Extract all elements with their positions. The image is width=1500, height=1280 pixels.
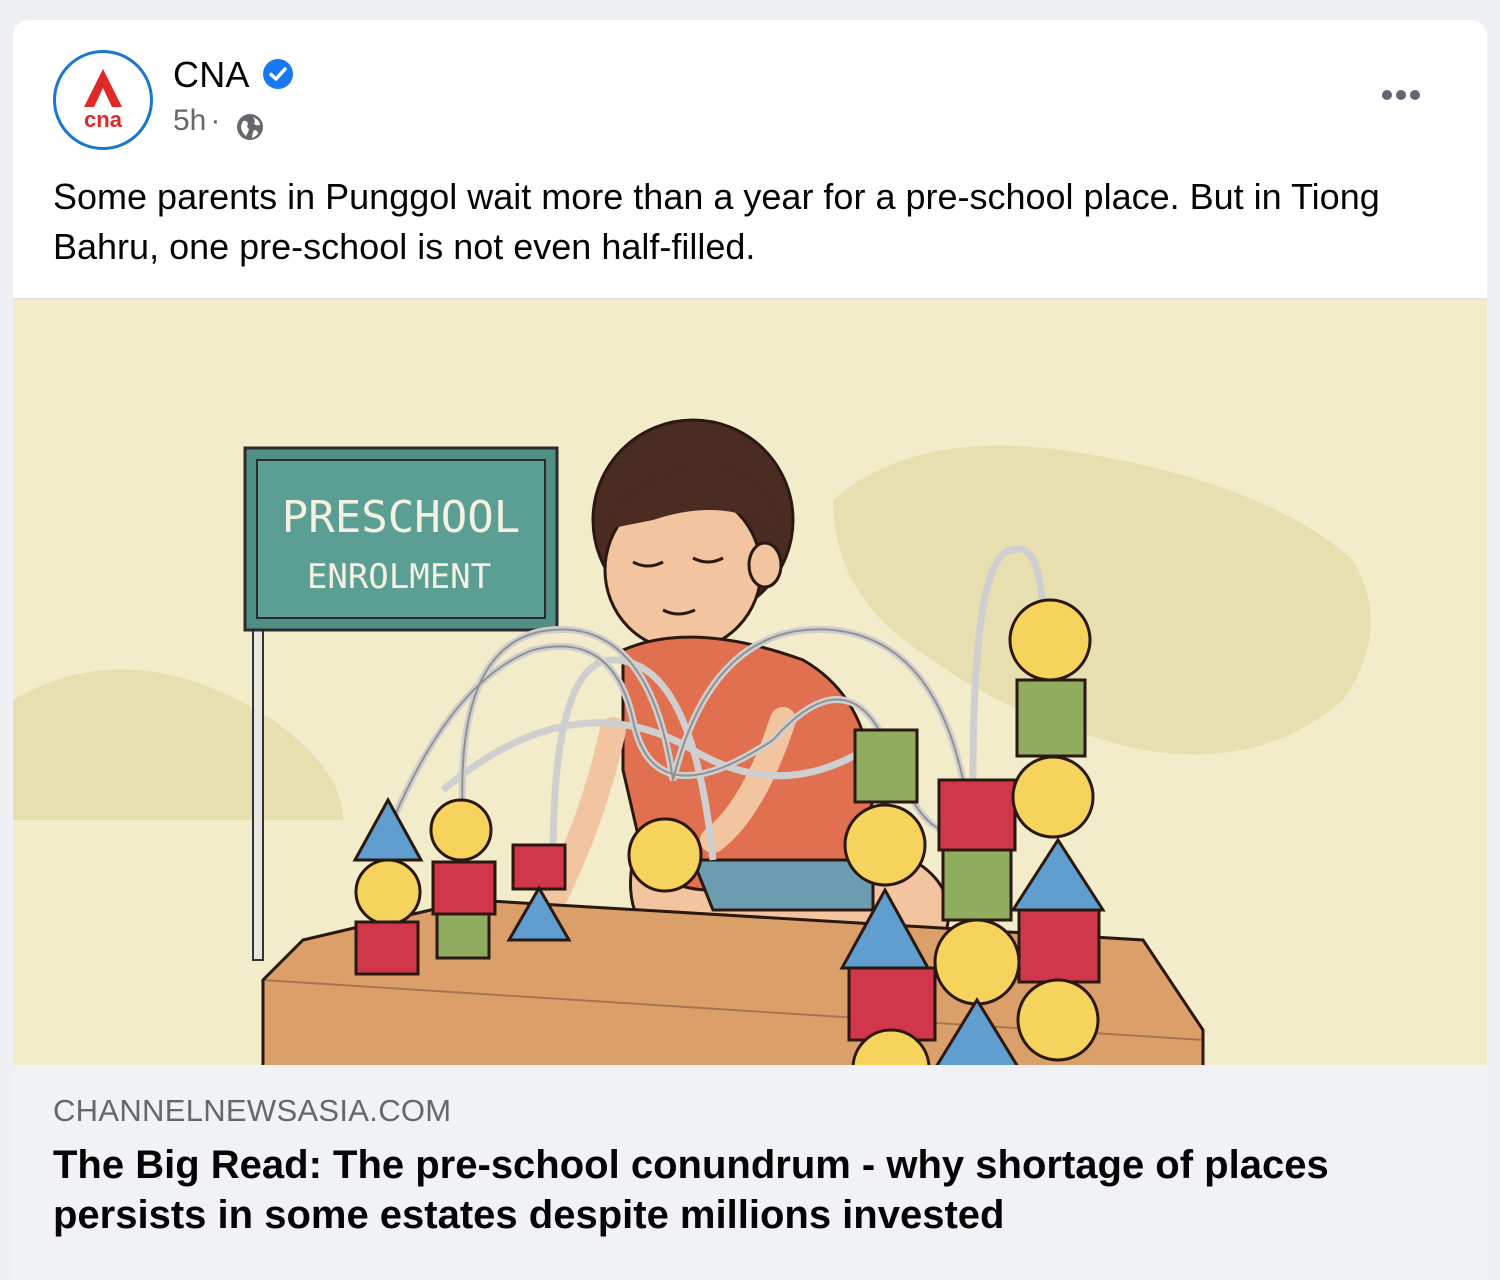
preschool-illustration: PRESCHOOL ENROLMENT [13, 418, 1371, 1067]
link-headline[interactable]: The Big Read: The pre-school conundrum -… [53, 1140, 1433, 1240]
link-preview[interactable]: CHANNELNEWSASIA.COM The Big Read: The pr… [13, 1065, 1487, 1280]
cna-logo: cna [84, 69, 123, 132]
post-caption: Some parents in Punggol wait more than a… [53, 176, 1380, 267]
timestamp-link[interactable]: 5h [173, 104, 206, 137]
sign-line-2: ENROLMENT [307, 557, 491, 597]
post-meta: 5h · [173, 104, 224, 138]
logo-text: cna [84, 107, 123, 132]
page-name-link[interactable]: CNA [173, 54, 250, 96]
globe-icon[interactable] [235, 112, 265, 142]
verified-badge-icon [263, 59, 293, 89]
link-domain: CHANNELNEWSASIA.COM [53, 1093, 452, 1128]
link-image[interactable]: PRESCHOOL ENROLMENT [13, 298, 1487, 1067]
post-header: cna CNA 5h · [13, 20, 1487, 170]
sign-line-1: PRESCHOOL [282, 492, 520, 543]
post-card: cna CNA 5h · Some parents in Punggol wait… [13, 20, 1487, 1280]
page-avatar[interactable]: cna [53, 50, 153, 150]
more-options-icon[interactable] [1375, 75, 1425, 115]
meta-separator: · [210, 104, 221, 137]
